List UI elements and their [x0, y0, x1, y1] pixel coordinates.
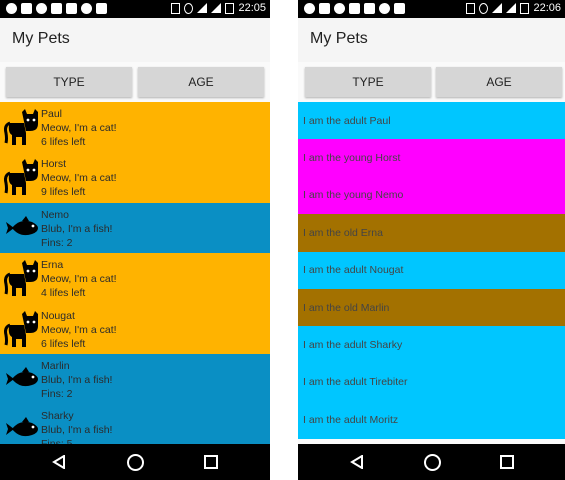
list-item[interactable]: I am the adult Paul — [298, 102, 565, 140]
nav-bar — [0, 444, 270, 480]
app-title: My Pets — [12, 30, 70, 47]
pet-sound: Meow, I'm a cat! — [41, 323, 117, 336]
android-icon — [81, 3, 92, 14]
home-icon[interactable] — [424, 454, 441, 471]
wifi-icon — [492, 3, 503, 13]
pet-sound: Blub, I'm a fish! — [41, 222, 113, 235]
age-button[interactable]: AGE — [138, 67, 264, 97]
fish-icon — [6, 215, 38, 235]
pet-detail: 4 lifes left — [41, 287, 86, 300]
signal-icon — [211, 3, 222, 13]
status-bar: 22:06 — [298, 0, 565, 18]
list-item[interactable]: I am the old Erna — [298, 214, 565, 252]
list-item[interactable]: Erna Meow, I'm a cat! 4 lifes left — [0, 253, 270, 304]
app-title: My Pets — [310, 30, 368, 47]
pet-sound: Meow, I'm a cat! — [41, 172, 117, 185]
sort-buttons: TYPE AGE — [0, 62, 270, 102]
app-notification-icon — [36, 3, 47, 14]
list-item[interactable]: I am the adult Tirebiter — [298, 363, 565, 402]
bag-icon — [394, 3, 405, 14]
fish-icon — [6, 417, 38, 437]
notification-icons — [304, 3, 405, 14]
phone-screen-left: 22:05 My Pets TYPE AGE Paul Meow, I'm a c… — [0, 0, 270, 480]
cat-icon — [4, 260, 38, 297]
cat-icon — [4, 159, 38, 196]
list-item[interactable]: SharkyBlub, I'm a fish!Fins: 5 — [0, 404, 270, 444]
sort-buttons: TYPE AGE — [298, 62, 565, 102]
pet-name: Horst — [41, 158, 67, 171]
type-button[interactable]: TYPE — [305, 67, 431, 97]
video-icon — [51, 3, 62, 14]
recents-icon[interactable] — [500, 455, 514, 469]
vibrate-icon — [466, 2, 476, 14]
wifi-icon — [197, 3, 208, 13]
list-item[interactable]: I am the old Marlin — [298, 288, 565, 327]
pet-detail: Fins: 2 — [41, 236, 73, 249]
battery-icon — [225, 2, 235, 14]
pet-detail: 6 lifes left — [41, 136, 86, 148]
list-item[interactable]: Nemo Blub, I'm a fish! Fins: 2 — [0, 202, 270, 254]
pet-name: Nougat — [41, 309, 75, 322]
list-item[interactable]: I am the adult Moritz — [298, 401, 565, 439]
pet-sound: Blub, I'm a fish! — [41, 373, 113, 386]
back-icon[interactable] — [350, 455, 364, 469]
mail-icon — [319, 3, 330, 14]
video-icon-2 — [364, 3, 375, 14]
pet-detail: 9 lifes left — [41, 186, 86, 199]
list-item[interactable]: Nougat Meow, I'm a cat! 6 lifes left — [0, 303, 270, 354]
pet-sound: Blub, I'm a fish! — [41, 424, 113, 437]
android-icon — [379, 3, 390, 14]
cat-icon — [4, 310, 38, 347]
back-icon[interactable] — [52, 455, 66, 469]
app-bar: My Pets — [0, 18, 270, 62]
pet-name: Erna — [41, 259, 64, 272]
list-item[interactable]: I am the adult Sharky — [298, 326, 565, 364]
cat-icon — [4, 109, 38, 145]
phone-screen-right: 22:06 My Pets TYPE AGE I am the adult Pa… — [298, 0, 565, 480]
pet-name: Paul — [41, 108, 63, 120]
pet-name: Marlin — [41, 359, 70, 372]
pet-sound: Meow, I'm a cat! — [41, 122, 117, 134]
list-item[interactable]: I am the young Nemo — [298, 176, 565, 215]
list-item[interactable]: Paul Meow, I'm a cat! 6 lifes left — [0, 102, 270, 153]
system-icons: 22:05 — [171, 2, 266, 14]
battery-icon — [520, 2, 530, 14]
notification-icons — [6, 3, 107, 14]
vibrate-icon — [171, 2, 181, 14]
pet-detail: 6 lifes left — [41, 337, 86, 350]
home-icon[interactable] — [127, 454, 144, 471]
alarm-icon — [184, 2, 194, 14]
pet-detail: Fins: 2 — [41, 387, 73, 400]
system-icons: 22:06 — [466, 2, 561, 14]
pet-name: Sharky — [41, 410, 74, 423]
age-button[interactable]: AGE — [436, 67, 562, 97]
alarm-icon — [479, 2, 489, 14]
pet-sound: Meow, I'm a cat! — [41, 273, 117, 286]
pet-list[interactable]: Paul Meow, I'm a cat! 6 lifes left Horst Meo… — [0, 102, 270, 444]
list-item[interactable]: I am the young Horst — [298, 139, 565, 177]
pet-name: Nemo — [41, 208, 70, 221]
age-list[interactable]: I am the adult Paul I am the young Horst I… — [298, 102, 565, 444]
app-notification-icon — [334, 3, 345, 14]
list-item[interactable]: Marlin Blub, I'm a fish! Fins: 2 — [0, 353, 270, 405]
list-item[interactable]: Horst Meow, I'm a cat! 9 lifes left — [0, 152, 270, 203]
mail-icon — [21, 3, 32, 14]
clock: 22:05 — [238, 2, 266, 14]
signal-icon — [506, 3, 517, 13]
list-item[interactable]: I am the adult Nougat — [298, 251, 565, 289]
clock: 22:06 — [533, 2, 561, 14]
type-button[interactable]: TYPE — [6, 67, 132, 97]
nav-bar — [298, 444, 565, 480]
whatsapp-icon — [304, 3, 315, 14]
whatsapp-icon — [6, 3, 17, 14]
fish-icon — [6, 366, 38, 387]
recents-icon[interactable] — [204, 455, 218, 469]
bag-icon — [96, 3, 107, 14]
video-icon-2 — [66, 3, 77, 14]
video-icon — [349, 3, 360, 14]
status-bar: 22:05 — [0, 0, 270, 18]
app-bar: My Pets — [298, 18, 565, 62]
